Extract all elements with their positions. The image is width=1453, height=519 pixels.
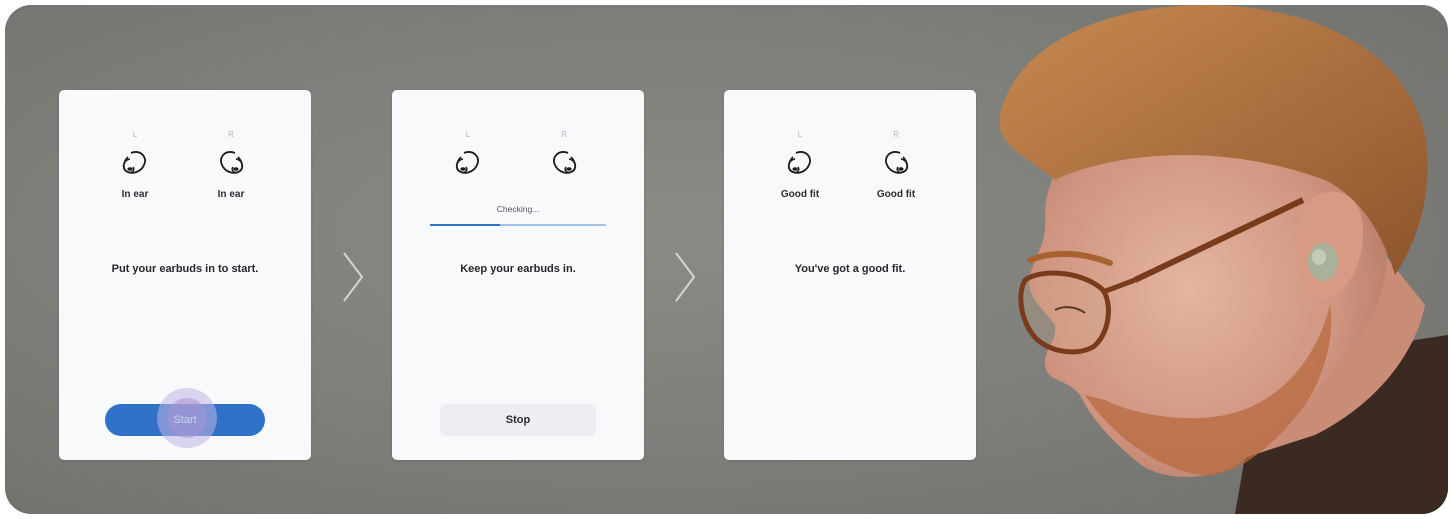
left-label: L [797,130,803,139]
person-wearing-earbud-image [999,5,1448,514]
fit-test-card-start: L In ear R In ear Put your earbuds in to… [59,90,311,460]
right-earbud-panel: R In ear [201,130,261,201]
fit-test-card-checking: L R Checking... Keep your earbuds in. St… [392,90,644,460]
checking-status: Checking... [496,204,540,214]
left-label: L [132,130,138,139]
fit-test-progress-bar [430,224,606,226]
instruction-text: Put your earbuds in to start. [111,263,259,275]
hero-banner: L In ear R In ear Put your earbuds in to… [5,5,1448,514]
chevron-right-icon [675,252,696,302]
result-text: You've got a good fit. [794,263,906,275]
left-fit-status: In ear [121,189,149,200]
left-earbud-icon [122,151,146,174]
right-earbud-icon [885,151,909,174]
left-earbud-panel: L [438,130,498,201]
left-earbud-icon [787,151,811,174]
right-earbud-panel: R [534,130,594,201]
chevron-right-icon [343,252,364,302]
left-earbud-panel: L Good fit [770,130,830,201]
right-fit-status: Good fit [876,189,916,200]
progress-fill [430,224,501,226]
start-button-label: Start [173,414,197,426]
right-label: R [228,130,234,139]
left-label: L [465,130,471,139]
right-fit-status: In ear [217,189,245,200]
left-earbud-panel: L In ear [105,130,165,201]
left-fit-status [438,189,498,201]
left-fit-status: Good fit [780,189,820,200]
left-earbud-icon [455,151,479,174]
right-earbud-icon [220,151,244,174]
right-earbud-panel: R Good fit [866,130,926,201]
right-label: R [893,130,899,139]
right-fit-status [534,189,594,201]
right-earbud-icon [553,151,577,174]
right-label: R [561,130,567,139]
fit-test-card-result: L Good fit R Good fit You've got a good … [724,90,976,460]
instruction-text: Keep your earbuds in. [460,263,576,275]
stop-button[interactable]: Stop [440,404,596,436]
